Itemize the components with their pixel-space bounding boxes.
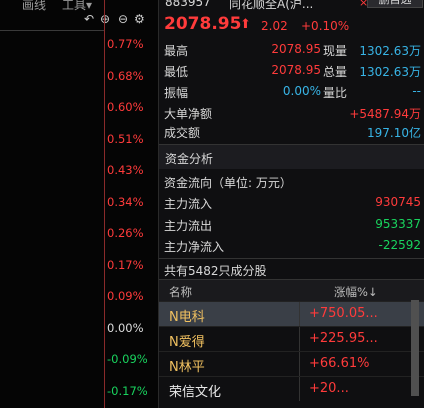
percent-tick-label: -0.09%: [107, 352, 148, 366]
percent-tick-label: 0.43%: [107, 163, 144, 177]
column-header-change[interactable]: 涨幅%↓: [334, 284, 378, 300]
components-count: 共有5482只成分股: [164, 264, 267, 278]
main-net-inflow-value: -22592: [378, 238, 421, 252]
capital-analysis-header[interactable]: 资金分析: [159, 144, 424, 169]
percent-tick-label: 0.26%: [107, 226, 144, 240]
main-inflow-label: 主力流入: [164, 197, 213, 211]
amplitude-label: 振幅: [164, 86, 189, 100]
high-value: 2078.95: [271, 42, 321, 56]
price-line: [0, 30, 104, 31]
quote-row-big-order: 大单净额 +5487.94万: [159, 103, 424, 122]
quote-row-low: 最低 2078.95 总量 1302.63万: [159, 61, 424, 80]
quote-panel: 883957 同花顺全A(沪... × 删自选 2078.95 ⬆ 2.02 +…: [158, 0, 424, 408]
percent-tick-label: -0.17%: [107, 384, 148, 398]
quote-row-high: 最高 2078.95 现量 1302.63万: [159, 40, 424, 59]
turnover-label: 成交额: [164, 126, 201, 140]
draw-line-button[interactable]: 画线: [22, 0, 46, 13]
price-change-percent: +0.10%: [301, 19, 350, 33]
main-inflow-value: 930745: [375, 195, 421, 209]
capital-analysis-title: 资金分析: [165, 152, 214, 166]
undo-icon[interactable]: ↶: [84, 13, 94, 25]
list-item[interactable]: N爱得 +225.95...: [159, 326, 424, 351]
intraday-chart-panel[interactable]: 画线 工具▾ ↶ ⊕ ⊖ ⚙ 0.77% 0.68% 0.60% 0.51% 0.43%…: [0, 0, 158, 408]
volume-ratio-label: 量比: [323, 86, 348, 100]
list-item[interactable]: N电科 +750.05...: [159, 301, 424, 326]
big-order-value: +5487.94万: [349, 107, 421, 121]
amplitude-value: 0.00%: [282, 84, 321, 98]
percent-tick-label: 0.77%: [107, 37, 144, 51]
total-volume-value: 1302.63万: [359, 65, 421, 79]
percent-tick-label: 0.00%: [107, 321, 144, 335]
components-list-header: 名称 涨幅%↓: [159, 279, 424, 302]
main-outflow-value: 953337: [375, 217, 421, 231]
list-scrollbar[interactable]: [411, 300, 419, 396]
volume-ratio-value: --: [412, 84, 421, 98]
arrow-up-icon: ⬆: [240, 17, 251, 32]
column-divider: [299, 352, 300, 376]
stock-name: 同花顺全A(沪...: [229, 0, 314, 11]
list-item[interactable]: 荣信文化 +20...: [159, 376, 424, 401]
component-change: +225.95...: [309, 331, 378, 346]
percent-tick-label: 0.60%: [107, 100, 144, 114]
component-name: N爱得: [169, 335, 205, 350]
component-change: +20...: [309, 381, 349, 396]
turnover-value: 197.10亿: [367, 126, 421, 140]
component-name: N电科: [169, 310, 205, 325]
component-change: +66.61%: [309, 356, 370, 371]
current-price: 2078.95: [164, 14, 242, 34]
remove-watchlist-button[interactable]: 删自选: [367, 0, 423, 8]
volume-now-label: 现量: [323, 44, 348, 58]
components-summary-bar: 共有5482只成分股: [159, 258, 424, 279]
big-order-label: 大单净额: [164, 107, 213, 121]
column-divider: [299, 327, 300, 351]
column-divider: [299, 302, 300, 326]
low-value: 2078.95: [271, 63, 321, 77]
column-divider: [299, 377, 300, 401]
low-label: 最低: [164, 65, 189, 79]
percent-tick-label: 0.17%: [107, 258, 144, 272]
percent-tick-label: 0.68%: [107, 69, 144, 83]
main-net-inflow-row: 主力净流入 -22592: [159, 236, 424, 255]
high-label: 最高: [164, 44, 189, 58]
total-volume-label: 总量: [323, 65, 348, 79]
component-change: +750.05...: [309, 306, 378, 321]
settings-gear-icon[interactable]: ⚙: [134, 13, 145, 25]
main-net-inflow-label: 主力净流入: [164, 240, 225, 254]
percent-tick-label: 0.09%: [107, 289, 144, 303]
component-name: 荣信文化: [169, 385, 222, 400]
stock-code: 883957: [165, 0, 211, 9]
volume-now-value: 1302.63万: [359, 44, 421, 58]
chart-toolbar: 画线 工具▾ ↶ ⊕ ⊖ ⚙: [0, 0, 158, 25]
main-outflow-label: 主力流出: [164, 219, 213, 233]
main-inflow-row: 主力流入 930745: [159, 193, 424, 212]
zoom-out-icon[interactable]: ⊖: [118, 13, 128, 25]
price-change: 2.02: [261, 19, 288, 33]
capital-flow-label: 资金流向（单位: 万元）: [164, 176, 292, 190]
capital-flow-row: 资金流向（单位: 万元）: [159, 172, 424, 191]
percent-tick-label: 0.34%: [107, 195, 144, 209]
zoom-in-icon[interactable]: ⊕: [100, 13, 110, 25]
component-name: N林平: [169, 360, 205, 375]
column-header-name[interactable]: 名称: [169, 284, 192, 300]
percent-tick-label: 0.51%: [107, 132, 144, 146]
list-item[interactable]: N林平 +66.61%: [159, 351, 424, 376]
main-outflow-row: 主力流出 953337: [159, 215, 424, 234]
percent-axis-line: [104, 0, 105, 408]
quote-row-amplitude: 振幅 0.00% 量比 --: [159, 82, 424, 101]
quote-row-turnover: 成交额 197.10亿: [159, 122, 424, 141]
